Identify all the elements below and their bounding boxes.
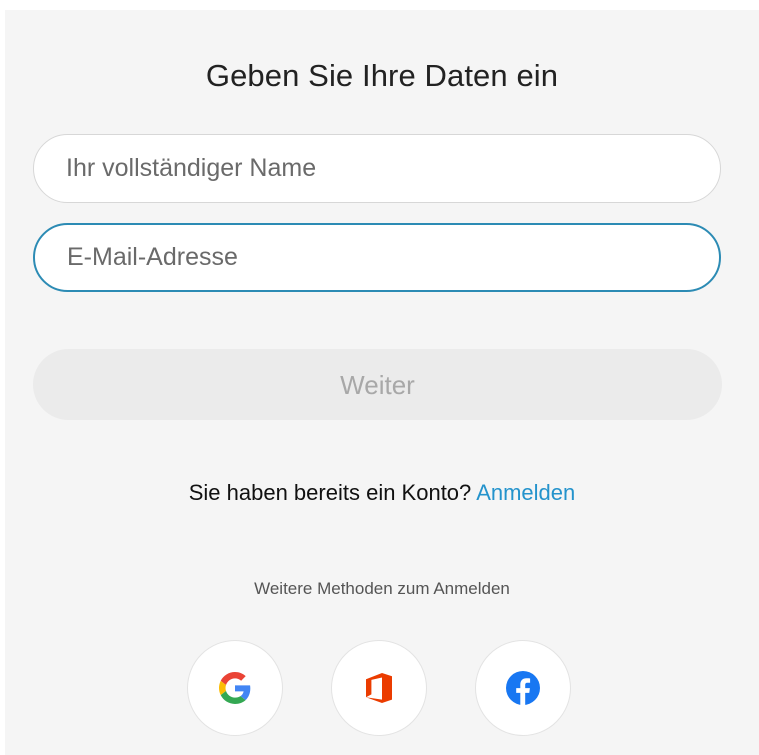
office-icon xyxy=(366,673,392,703)
email-input[interactable] xyxy=(33,223,721,292)
existing-account-prompt: Sie haben bereits ein Konto? xyxy=(188,480,472,505)
page-title: Geben Sie Ihre Daten ein xyxy=(205,58,559,93)
facebook-icon xyxy=(506,671,540,705)
google-icon xyxy=(219,672,251,704)
login-link[interactable]: Anmelden xyxy=(476,480,575,505)
signup-panel: Geben Sie Ihre Daten ein Weiter Sie habe… xyxy=(5,10,759,755)
facebook-login-button[interactable] xyxy=(475,640,571,736)
existing-account-line: Sie haben bereits ein Konto? Anmelden xyxy=(5,480,759,506)
other-methods-label: Weitere Methoden zum Anmelden xyxy=(254,579,510,598)
full-name-input[interactable] xyxy=(33,134,721,203)
google-login-button[interactable] xyxy=(187,640,283,736)
office-login-button[interactable] xyxy=(331,640,427,736)
continue-button[interactable]: Weiter xyxy=(33,349,722,420)
